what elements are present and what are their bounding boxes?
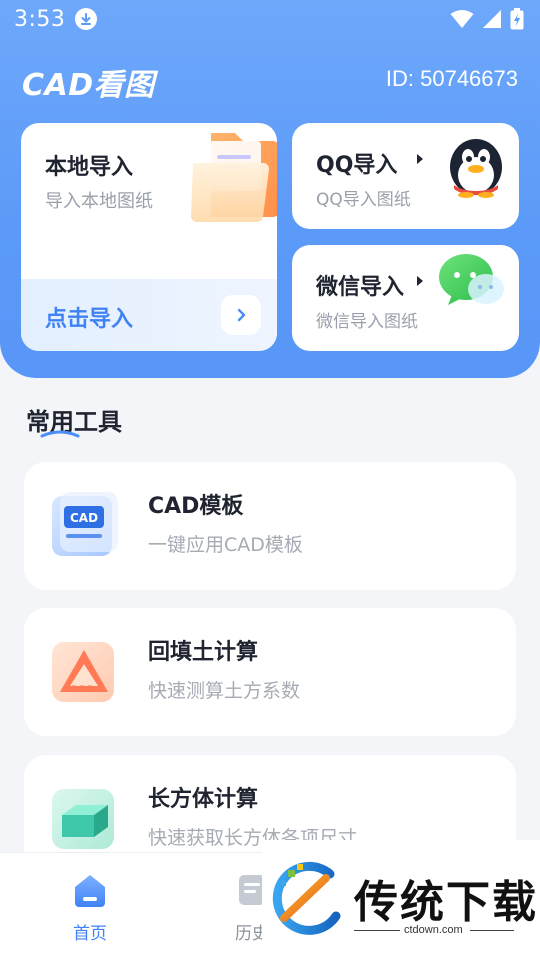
tool-name: 回填土计算 bbox=[148, 640, 259, 665]
import-cta-label: 点击导入 bbox=[45, 307, 134, 332]
cuboid-icon bbox=[44, 781, 126, 859]
tool-card-backfill[interactable]: 回填土计算 快速测算土方系数 bbox=[24, 608, 516, 736]
wifi-icon bbox=[450, 10, 474, 28]
app-title: CAD看图 bbox=[22, 68, 155, 103]
qq-import-card[interactable]: QQ导入 QQ导入图纸 bbox=[292, 123, 519, 229]
download-icon bbox=[75, 8, 98, 30]
caret-right-icon bbox=[417, 154, 423, 164]
local-import-subtitle: 导入本地图纸 bbox=[45, 191, 153, 212]
import-cta-bar[interactable]: 点击导入 bbox=[21, 279, 277, 351]
local-import-title: 本地导入 bbox=[45, 155, 134, 180]
folder-icon bbox=[191, 133, 277, 223]
wechat-import-card[interactable]: 微信导入 微信导入图纸 bbox=[292, 245, 519, 351]
tool-desc: 一键应用CAD模板 bbox=[148, 534, 303, 556]
tool-card-cad-template[interactable]: CAD CAD模板 一键应用CAD模板 bbox=[24, 462, 516, 590]
home-icon bbox=[75, 875, 105, 907]
nav-home[interactable]: 首页 bbox=[60, 871, 120, 944]
watermark-text: 传统下载 bbox=[354, 877, 538, 928]
triangle-ruler-icon bbox=[44, 634, 126, 712]
watermark-logo-icon bbox=[272, 861, 341, 935]
battery-icon bbox=[510, 8, 524, 30]
nav-home-label: 首页 bbox=[73, 924, 107, 944]
watermark-url: ctdown.com bbox=[404, 924, 463, 936]
wechat-import-subtitle: 微信导入图纸 bbox=[316, 312, 418, 332]
penguin-icon bbox=[450, 139, 502, 198]
title-underline-decoration bbox=[40, 430, 80, 438]
qq-import-subtitle: QQ导入图纸 bbox=[316, 190, 411, 210]
chevron-right-icon[interactable] bbox=[221, 295, 261, 335]
watermark: 传统下载 ctdown.com bbox=[262, 840, 540, 960]
watermark-line-left bbox=[354, 930, 400, 931]
caret-right-icon bbox=[417, 276, 423, 286]
user-id: ID: 50746673 bbox=[385, 66, 518, 91]
signal-icon bbox=[483, 10, 501, 28]
status-time: 3:53 bbox=[14, 6, 66, 32]
tool-name: CAD模板 bbox=[148, 494, 244, 519]
wechat-import-title: 微信导入 bbox=[316, 275, 405, 300]
qq-import-title: QQ导入 bbox=[316, 153, 398, 178]
watermark-line-right bbox=[470, 930, 514, 931]
wechat-icon bbox=[439, 254, 504, 305]
tool-desc: 快速测算土方系数 bbox=[148, 680, 301, 702]
cad-icon-text: CAD bbox=[70, 511, 98, 525]
cad-template-icon: CAD bbox=[44, 488, 126, 566]
local-import-card[interactable]: 本地导入 导入本地图纸 点击导入 bbox=[21, 123, 277, 351]
status-bar: 3:53 bbox=[0, 0, 540, 38]
tool-name: 长方体计算 bbox=[148, 787, 259, 812]
